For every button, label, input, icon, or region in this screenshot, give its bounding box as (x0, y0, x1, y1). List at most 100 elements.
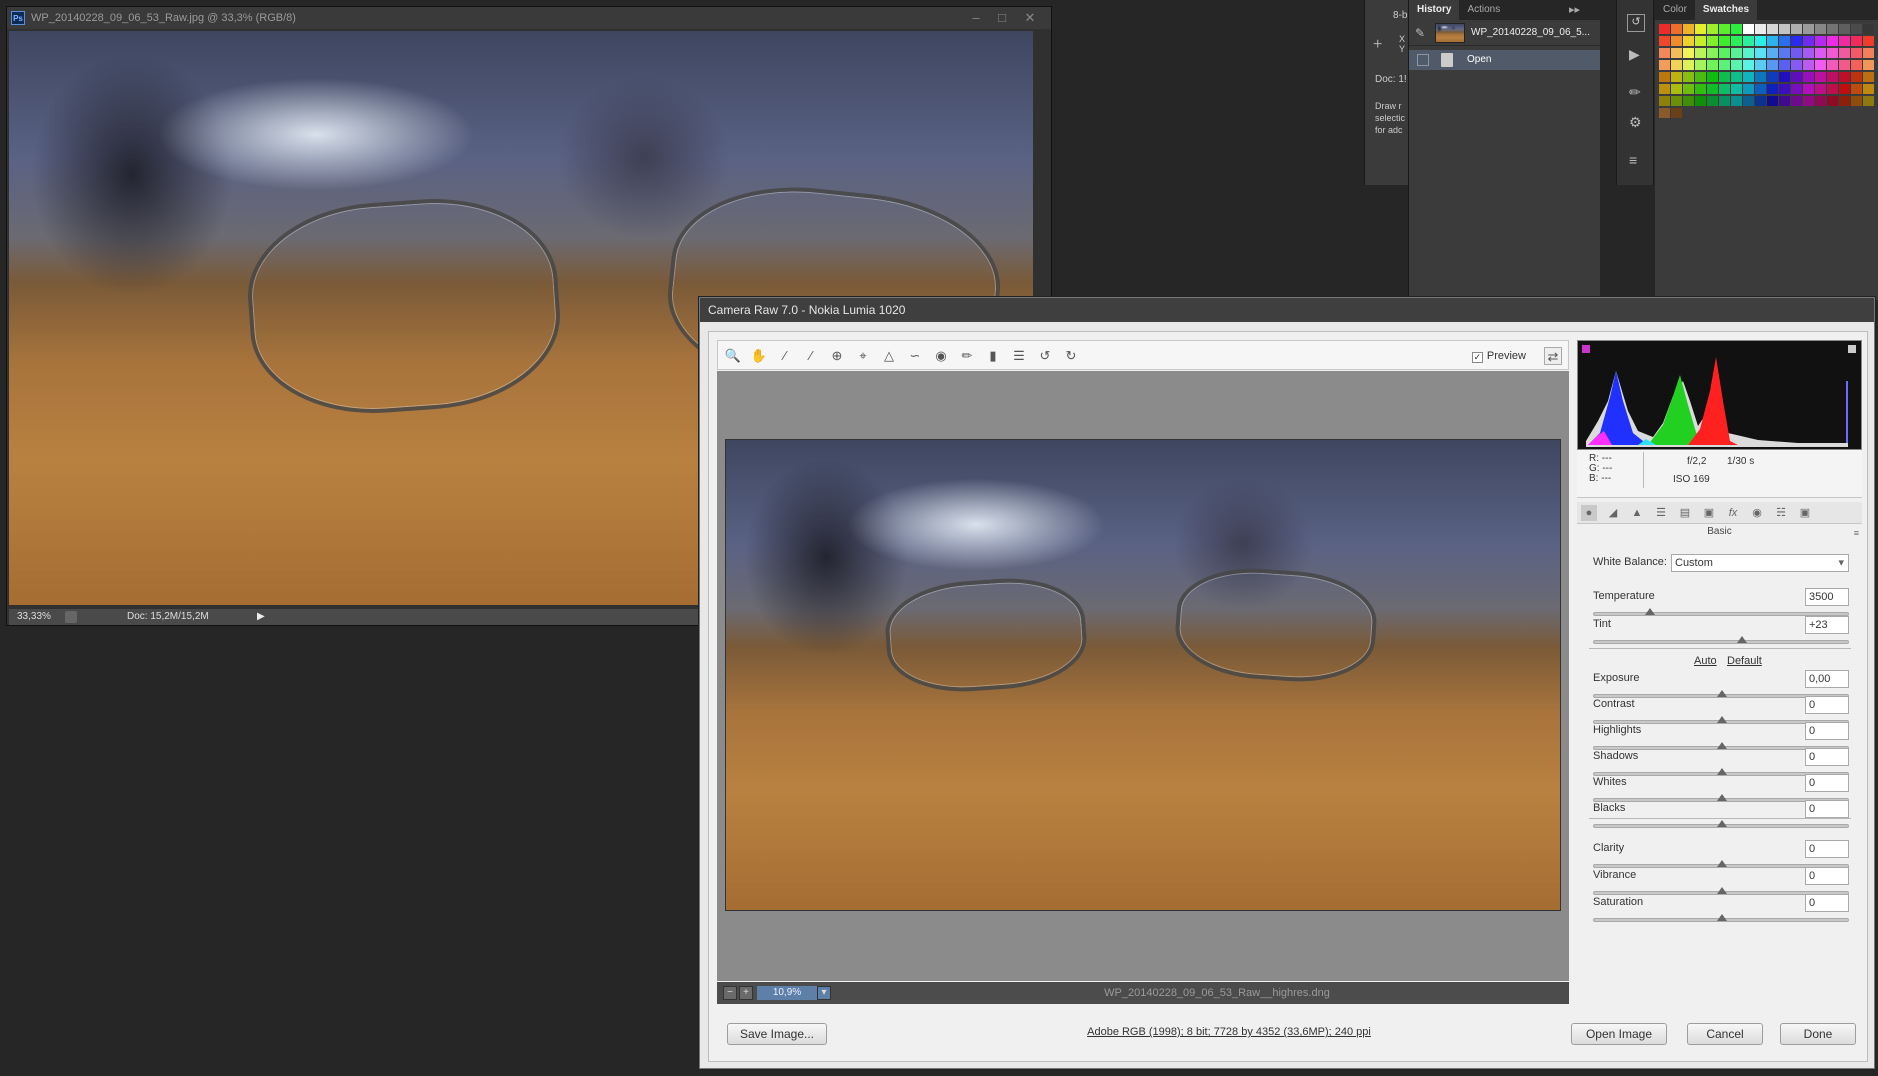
swatch[interactable] (1851, 24, 1862, 34)
basic-tab-icon[interactable]: ● (1581, 505, 1597, 521)
history-panel-icon[interactable]: ↺ (1627, 14, 1645, 32)
swatch[interactable] (1707, 36, 1718, 46)
swatch[interactable] (1731, 36, 1742, 46)
swatch[interactable] (1671, 24, 1682, 34)
tone-curve-icon[interactable]: ◢ (1605, 505, 1621, 521)
swatch[interactable] (1671, 96, 1682, 106)
swatch[interactable] (1851, 96, 1862, 106)
swatch[interactable] (1719, 36, 1730, 46)
swatch[interactable] (1815, 24, 1826, 34)
swatch[interactable] (1743, 48, 1754, 58)
swatch[interactable] (1803, 48, 1814, 58)
swatch[interactable] (1827, 60, 1838, 70)
swatch[interactable] (1815, 72, 1826, 82)
swatch[interactable] (1731, 24, 1742, 34)
swatch[interactable] (1731, 60, 1742, 70)
panel-expand-icon[interactable]: ▸▸ (1569, 0, 1600, 20)
swatch[interactable] (1851, 60, 1862, 70)
swatch[interactable] (1659, 108, 1670, 118)
fullscreen-icon[interactable]: ⇄ (1544, 347, 1562, 365)
swatch[interactable] (1707, 84, 1718, 94)
swatch[interactable] (1671, 48, 1682, 58)
swatch[interactable] (1731, 72, 1742, 82)
swatch[interactable] (1779, 60, 1790, 70)
slider-thumb[interactable] (1717, 860, 1727, 867)
swatch[interactable] (1815, 36, 1826, 46)
swatch[interactable] (1707, 48, 1718, 58)
slider-value-input[interactable]: 0 (1805, 696, 1849, 714)
swatch[interactable] (1743, 24, 1754, 34)
status-menu-icon[interactable] (65, 611, 77, 623)
history-snapshot-row[interactable]: ✎ WP_20140228_09_06_5... (1409, 20, 1600, 46)
swatch[interactable] (1779, 84, 1790, 94)
swatch[interactable] (1671, 72, 1682, 82)
swatch[interactable] (1695, 96, 1706, 106)
preferences-icon[interactable]: ☰ (1010, 347, 1028, 365)
swatch[interactable] (1743, 60, 1754, 70)
slider-saturation[interactable]: Saturation 0 (1593, 894, 1849, 924)
swatch[interactable] (1815, 48, 1826, 58)
swatch[interactable] (1767, 96, 1778, 106)
slider-track[interactable] (1593, 820, 1849, 828)
close-icon[interactable]: ✕ (1017, 7, 1043, 29)
swatch[interactable] (1839, 24, 1850, 34)
slider-value-input[interactable]: 0 (1805, 748, 1849, 766)
rotate-left-icon[interactable]: ↺ (1036, 347, 1054, 365)
open-image-button[interactable]: Open Image (1571, 1023, 1667, 1045)
swatch[interactable] (1695, 24, 1706, 34)
swatch[interactable] (1803, 84, 1814, 94)
swatch[interactable] (1803, 96, 1814, 106)
swatch[interactable] (1839, 60, 1850, 70)
slider-thumb[interactable] (1717, 914, 1727, 921)
swatch[interactable] (1743, 36, 1754, 46)
swatch[interactable] (1803, 72, 1814, 82)
swatch[interactable] (1671, 60, 1682, 70)
swatch[interactable] (1659, 60, 1670, 70)
swatch[interactable] (1827, 48, 1838, 58)
swatch[interactable] (1827, 84, 1838, 94)
slider-value-input[interactable]: 0,00 (1805, 670, 1849, 688)
swatch[interactable] (1695, 72, 1706, 82)
slider-tint[interactable]: Tint +23 (1593, 616, 1849, 646)
swatch[interactable] (1767, 84, 1778, 94)
swatch[interactable] (1767, 36, 1778, 46)
paragraph-icon[interactable]: ≡ (1629, 152, 1637, 168)
camera-calibration-icon[interactable]: ◉ (1749, 505, 1765, 521)
preview-checkbox[interactable]: ✓ (1471, 352, 1483, 363)
minimize-icon[interactable]: – (963, 7, 989, 29)
swatch[interactable] (1755, 60, 1766, 70)
zoom-out-icon[interactable]: − (723, 986, 737, 1000)
spot-removal-icon[interactable]: ∽ (906, 347, 924, 365)
swatch[interactable] (1803, 60, 1814, 70)
tab-swatches[interactable]: Swatches (1694, 0, 1758, 20)
swatch[interactable] (1851, 48, 1862, 58)
hsl-icon[interactable]: ☰ (1653, 505, 1669, 521)
zoom-dropdown-icon[interactable]: ▾ (817, 986, 831, 1000)
swatch[interactable] (1671, 108, 1682, 118)
swatch[interactable] (1791, 72, 1802, 82)
swatch[interactable] (1779, 24, 1790, 34)
swatch[interactable] (1815, 96, 1826, 106)
swatch[interactable] (1659, 84, 1670, 94)
swatch[interactable] (1743, 84, 1754, 94)
history-brush-icon[interactable]: ✎ (1415, 26, 1425, 40)
swatch[interactable] (1791, 84, 1802, 94)
swatch[interactable] (1683, 48, 1694, 58)
straighten-icon[interactable]: △ (880, 347, 898, 365)
swatch[interactable] (1755, 84, 1766, 94)
preview-image[interactable] (725, 439, 1561, 911)
swatch[interactable] (1863, 48, 1874, 58)
swatch[interactable] (1683, 96, 1694, 106)
swatch[interactable] (1695, 36, 1706, 46)
swatch[interactable] (1779, 48, 1790, 58)
swatch[interactable] (1791, 48, 1802, 58)
swatch[interactable] (1695, 84, 1706, 94)
swatch[interactable] (1863, 96, 1874, 106)
zoom-in-icon[interactable]: + (739, 986, 753, 1000)
tab-color[interactable]: Color (1655, 0, 1695, 20)
swatch[interactable] (1719, 96, 1730, 106)
presets-icon[interactable]: ☵ (1773, 505, 1789, 521)
swatch[interactable] (1863, 60, 1874, 70)
swatch[interactable] (1851, 72, 1862, 82)
swatch[interactable] (1827, 24, 1838, 34)
